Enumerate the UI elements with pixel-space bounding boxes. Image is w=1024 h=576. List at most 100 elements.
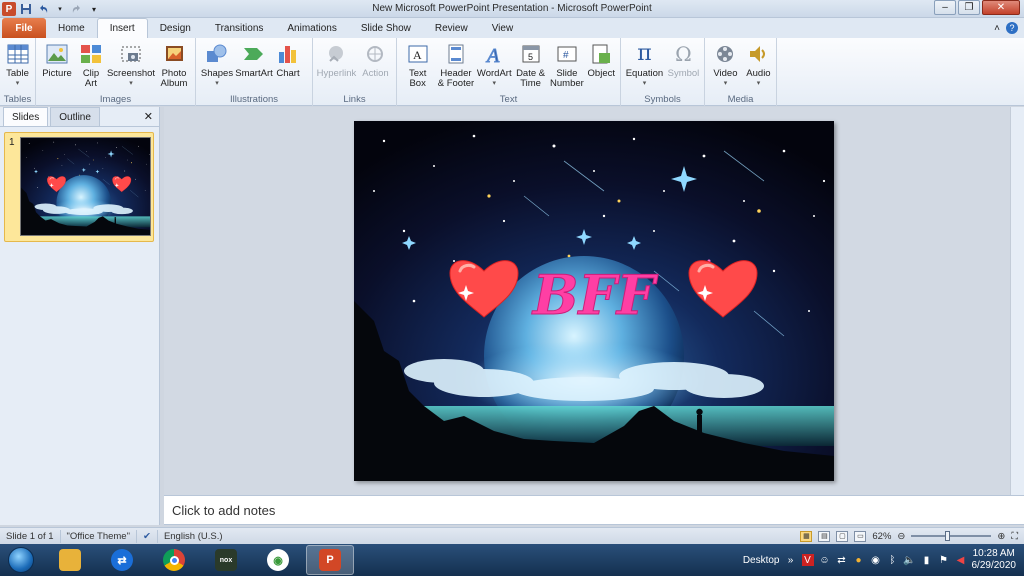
tab-slides[interactable]: Slides bbox=[3, 107, 49, 126]
taskbar-nox[interactable]: nox bbox=[202, 545, 250, 575]
language[interactable]: English (U.S.) bbox=[158, 530, 229, 543]
speaker-icon bbox=[746, 42, 770, 66]
screenshot-label: Screenshot bbox=[106, 68, 156, 79]
notes-placeholder: Click to add notes bbox=[172, 503, 276, 518]
volume-icon[interactable]: 🔈 bbox=[903, 554, 915, 566]
vertical-scrollbar[interactable] bbox=[1010, 107, 1024, 495]
ribbon-tabs: File Home Insert Design Transitions Anim… bbox=[0, 18, 1024, 38]
theme-name[interactable]: "Office Theme" bbox=[61, 529, 137, 543]
tab-animations[interactable]: Animations bbox=[275, 18, 348, 38]
chart-icon bbox=[276, 42, 300, 66]
taskbar-powerpoint[interactable]: P bbox=[306, 545, 354, 575]
tab-design[interactable]: Design bbox=[148, 18, 203, 38]
group-label-media: Media bbox=[727, 94, 754, 105]
slide-show-icon[interactable]: ▭ bbox=[854, 530, 867, 542]
close-button[interactable]: ✕ bbox=[982, 0, 1020, 15]
spellcheck-icon[interactable]: ✔ bbox=[137, 529, 158, 543]
minimize-button[interactable]: – bbox=[934, 0, 956, 15]
smartart-icon bbox=[242, 42, 266, 66]
dropdown-arrow-icon: ▾ bbox=[756, 80, 761, 87]
clip-art-label: Clip Art bbox=[82, 68, 100, 89]
hyperlink-icon bbox=[324, 42, 348, 66]
normal-view-icon[interactable]: ▦ bbox=[800, 530, 813, 542]
zoom-level[interactable]: 62% bbox=[872, 531, 891, 542]
close-panel-icon[interactable]: ✕ bbox=[144, 110, 153, 123]
group-label-images: Images bbox=[99, 94, 132, 105]
tab-insert[interactable]: Insert bbox=[96, 18, 148, 38]
taskbar-explorer[interactable] bbox=[46, 545, 94, 575]
chevron-icon[interactable]: » bbox=[785, 554, 797, 566]
help-icon[interactable]: ? bbox=[1006, 22, 1018, 34]
teamviewer-icon: ⇄ bbox=[111, 549, 133, 571]
group-label-illustrations: Illustrations bbox=[229, 94, 279, 105]
teamviewer-tray-icon[interactable]: ⇄ bbox=[836, 554, 848, 566]
svg-text:#: # bbox=[563, 50, 569, 61]
text-box-label: Text Box bbox=[408, 68, 427, 89]
pi-icon: π bbox=[637, 41, 652, 66]
discord-icon[interactable]: ☺ bbox=[819, 554, 831, 566]
svg-text:A: A bbox=[485, 45, 500, 64]
restore-button[interactable]: ❐ bbox=[958, 0, 980, 15]
smartart-label: SmartArt bbox=[235, 68, 273, 79]
slide-editing-area: BFF bbox=[164, 107, 1024, 495]
dropdown-arrow-icon: ▾ bbox=[129, 80, 133, 87]
group-media: Video ▾ Audio ▾ Media bbox=[705, 38, 777, 106]
zoom-in-icon[interactable]: ⊕ bbox=[997, 531, 1005, 542]
clock-date: 6/29/2020 bbox=[971, 560, 1017, 571]
start-button[interactable] bbox=[0, 544, 42, 576]
dropdown-arrow-icon: ▾ bbox=[215, 80, 219, 87]
slide-canvas[interactable]: BFF bbox=[354, 121, 834, 481]
taskbar-chrome[interactable] bbox=[150, 545, 198, 575]
taskbar-teamviewer[interactable]: ⇄ bbox=[98, 545, 146, 575]
flag-icon[interactable]: ⚑ bbox=[938, 554, 950, 566]
slide-thumbnail-1[interactable]: 1 bbox=[4, 132, 154, 242]
window-title: New Microsoft PowerPoint Presentation - … bbox=[372, 3, 652, 14]
status-bar: Slide 1 of 1 "Office Theme" ✔ English (U… bbox=[0, 527, 1024, 544]
photo-album-icon bbox=[162, 42, 186, 66]
tab-review[interactable]: Review bbox=[423, 18, 480, 38]
zoom-out-icon[interactable]: ⊖ bbox=[897, 531, 905, 542]
system-tray: Desktop » V ☺ ⇄ ● ◉ ᛒ 🔈 ▮ ⚑ ◀ 10:28 AM 6… bbox=[743, 548, 1024, 572]
title-bar: P ▾ ▾ New Microsoft PowerPoint Presentat… bbox=[0, 0, 1024, 18]
slide-title-text[interactable]: BFF bbox=[530, 263, 659, 328]
tab-transitions[interactable]: Transitions bbox=[203, 18, 276, 38]
object-icon bbox=[589, 42, 613, 66]
table-label: Table bbox=[6, 68, 29, 79]
clip-art-icon bbox=[79, 42, 103, 66]
slide-thumbnail-image bbox=[20, 137, 151, 236]
group-links: Hyperlink Action Links bbox=[313, 38, 397, 106]
desktop-toolbar[interactable]: Desktop bbox=[743, 555, 780, 566]
antivirus-icon[interactable]: V bbox=[801, 554, 814, 566]
chrome-tray-icon[interactable]: ◉ bbox=[870, 554, 882, 566]
tab-slide-show[interactable]: Slide Show bbox=[349, 18, 423, 38]
taskbar-app[interactable]: ◉ bbox=[254, 545, 302, 575]
film-reel-icon bbox=[713, 42, 737, 66]
equation-label: Equation bbox=[625, 68, 664, 79]
fit-to-window-icon[interactable]: ⛶ bbox=[1011, 531, 1018, 542]
audio-label: Audio bbox=[746, 68, 771, 79]
bluetooth-icon[interactable]: ᛒ bbox=[887, 554, 899, 566]
speaker-mute-icon[interactable]: ◀ bbox=[955, 554, 967, 566]
tab-home[interactable]: Home bbox=[46, 18, 97, 38]
wordart-label: WordArt bbox=[476, 68, 512, 79]
dropdown-arrow-icon: ▾ bbox=[492, 80, 497, 87]
tab-file[interactable]: File bbox=[2, 18, 46, 38]
zoom-slider-knob[interactable] bbox=[945, 531, 951, 541]
slide-count: Slide 1 of 1 bbox=[0, 529, 61, 543]
folder-icon bbox=[59, 549, 81, 571]
tab-outline[interactable]: Outline bbox=[50, 107, 100, 126]
reading-view-icon[interactable]: ▢ bbox=[836, 530, 849, 542]
clock-time: 10:28 AM bbox=[972, 548, 1015, 559]
group-label-links: Links bbox=[343, 94, 366, 105]
update-icon[interactable]: ● bbox=[853, 554, 865, 566]
minimize-ribbon-icon[interactable]: ˄ bbox=[994, 23, 1000, 34]
notes-pane[interactable]: Click to add notes bbox=[164, 495, 1024, 525]
zoom-slider[interactable] bbox=[911, 531, 992, 541]
photo-album-label: Photo Album bbox=[160, 68, 188, 89]
chart-label: Chart bbox=[276, 68, 300, 79]
slide-sorter-icon[interactable]: ▤ bbox=[818, 530, 831, 542]
network-icon[interactable]: ▮ bbox=[921, 554, 933, 566]
tab-view[interactable]: View bbox=[480, 18, 526, 38]
ribbon: Table ▾ Tables Picture Clip Art Screensh… bbox=[0, 38, 1024, 106]
clock[interactable]: 10:28 AM 6/29/2020 bbox=[972, 548, 1017, 572]
